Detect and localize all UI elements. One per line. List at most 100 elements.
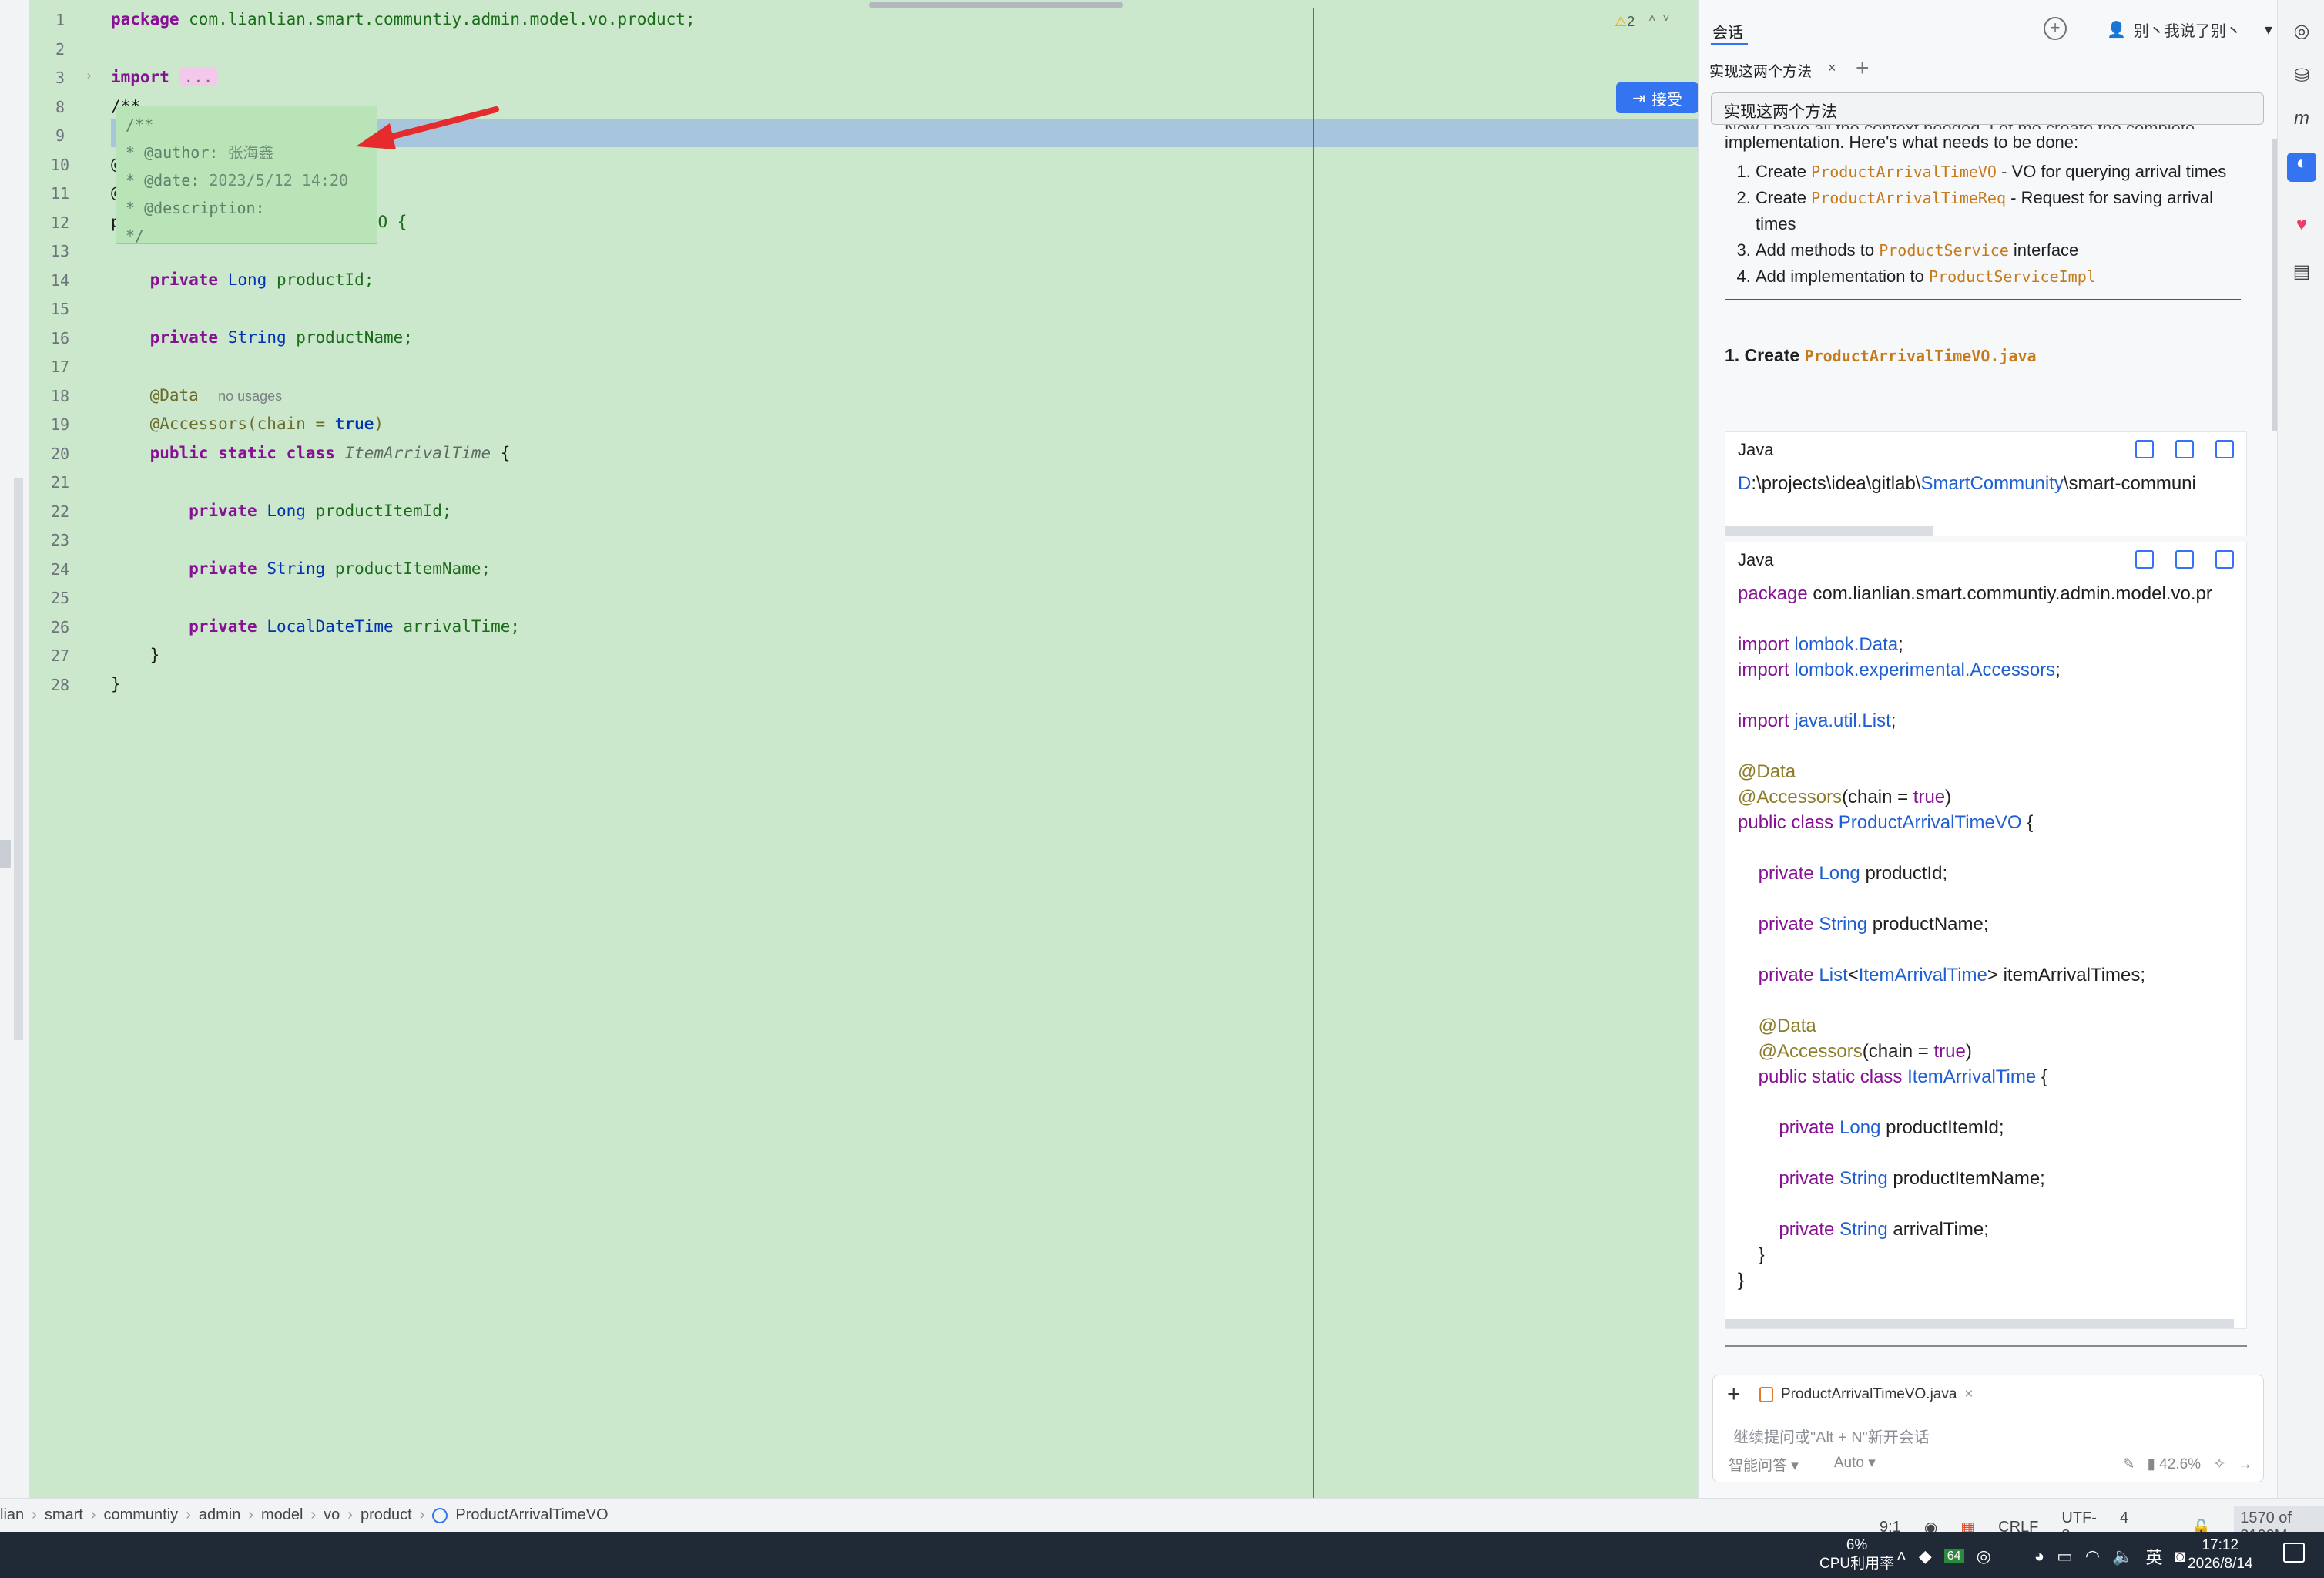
mode-select[interactable]: 智能问答 ▾ [1729, 1454, 1799, 1475]
line-number: 22 [50, 502, 70, 521]
new-file-icon[interactable] [2215, 440, 2234, 458]
active-tab-underline [1711, 43, 1748, 45]
class-icon [432, 1507, 448, 1523]
chrome-icon[interactable]: ◕ [2034, 1546, 2044, 1566]
java-code: package com.lianlian.smart.communtiy.adm… [1738, 583, 2212, 1291]
code-line[interactable]: import ... [111, 68, 218, 86]
cpu-widget[interactable]: 6% CPU利用率 [1819, 1536, 1894, 1573]
warning-nav[interactable]: ˄ ˅ [1648, 12, 1670, 26]
horizontal-scrollbar[interactable] [1725, 1319, 2234, 1328]
breadcrumb-item[interactable]: model [261, 1506, 303, 1524]
line-number: 11 [50, 184, 70, 203]
step-item: Add methods to ProductService interface [1756, 237, 2241, 264]
line-number: 16 [50, 328, 70, 347]
line-number: 20 [50, 444, 70, 463]
model-select[interactable]: Auto ▾ [1834, 1454, 1876, 1475]
code-line[interactable]: private String productName; [111, 328, 413, 347]
add-context-icon[interactable]: + [1727, 1382, 1741, 1408]
code-line[interactable]: package com.lianlian.smart.communtiy.adm… [111, 10, 696, 29]
copy-icon[interactable] [2175, 440, 2194, 458]
code-line[interactable]: private Long productId; [111, 270, 374, 289]
code-editor[interactable]: › ⚠2 ˄ ˅ 1 package com.lianlian.smart.com… [29, 0, 1727, 1498]
breadcrumb-item[interactable]: communtiy [103, 1506, 178, 1524]
warnings-indicator[interactable]: ⚠2 [1615, 14, 1635, 30]
user-menu[interactable]: 👤 别丶我说了别丶 ▾ [2107, 18, 2272, 41]
notification-icon[interactable] [2283, 1543, 2305, 1563]
left-gutter-strip [0, 0, 29, 1510]
close-icon[interactable]: × [1964, 1386, 1973, 1403]
breadcrumb-item[interactable]: product [361, 1506, 412, 1524]
attached-file-chip[interactable]: ProductArrivalTimeVO.java × [1759, 1386, 1974, 1403]
add-tab-icon[interactable]: + [1856, 55, 1870, 82]
code-line[interactable]: public static class ItemArrivalTime { [111, 444, 511, 462]
insert-icon[interactable] [2135, 550, 2154, 569]
code-block-java: Java package com.lianlian.smart.communti… [1725, 542, 2247, 1329]
session-tabs: 实现这两个方法 × + [1699, 54, 2278, 85]
database-icon[interactable]: ⛁ [2290, 65, 2313, 88]
chevron-right-icon: › [186, 1506, 191, 1523]
ime-indicator[interactable]: 英 [2145, 1544, 2162, 1569]
line-number: 25 [50, 589, 70, 607]
chevron-up-icon[interactable]: ˄ [1896, 1546, 1906, 1566]
line-number: 14 [50, 270, 70, 290]
network-icon[interactable]: ▭ [2057, 1546, 2073, 1566]
code-line[interactable]: @Accessors(chain = true) [111, 415, 384, 433]
wifi-icon[interactable]: ◠ [2085, 1546, 2100, 1566]
breadcrumb-item[interactable]: vo [324, 1506, 340, 1524]
code-line[interactable]: private Long productItemId; [111, 502, 451, 520]
translate-icon[interactable]: ▤ [2290, 260, 2313, 284]
horizontal-scrollbar[interactable] [869, 2, 1123, 8]
new-conversation-icon[interactable]: + [2044, 17, 2067, 40]
breadcrumb-item[interactable]: lian [0, 1506, 24, 1524]
accept-button[interactable]: ⇥ 接受 [1616, 82, 1699, 113]
maven-icon[interactable]: m [2290, 108, 2313, 131]
panel-header: 会话 + 👤 别丶我说了别丶 ▾ [1699, 0, 2278, 52]
breadcrumb-item[interactable]: ProductArrivalTimeVO [455, 1506, 608, 1524]
new-file-icon[interactable] [2215, 550, 2234, 569]
horizontal-scrollbar[interactable] [1725, 526, 1933, 536]
ai-assistant-icon[interactable]: ◐ [2287, 153, 2316, 182]
right-tool-strip: ◎ ⛁ m ◐ ♥ ▤ [2277, 0, 2324, 1510]
code-line[interactable]: } [111, 675, 121, 693]
tray-app-icon[interactable]: ◆ [1919, 1546, 1932, 1566]
code-block-path: Java D:\projects\idea\gitlab\SmartCommun… [1725, 431, 2247, 536]
chevron-right-icon: › [347, 1506, 353, 1523]
tray-counter[interactable]: 64 [1943, 1549, 1964, 1563]
session-tab[interactable]: 实现这两个方法 [1709, 60, 1812, 81]
tray-app-icon[interactable]: ◙ [2175, 1546, 2185, 1566]
chat-icon[interactable]: ◎ [2290, 20, 2313, 43]
copy-icon[interactable] [2175, 550, 2194, 569]
line-number: 9 [55, 126, 65, 145]
insert-icon[interactable] [2135, 440, 2154, 458]
java-file-icon [1759, 1387, 1773, 1402]
close-icon[interactable]: × [1828, 60, 1836, 76]
line-number: 19 [50, 415, 70, 434]
divider [1725, 299, 2241, 300]
tray-app-icon[interactable]: ◎ [1977, 1546, 1991, 1566]
steps-list: Create ProductArrivalTimeVO - VO for que… [1725, 159, 2241, 290]
volume-icon[interactable]: 🔈 [2112, 1546, 2133, 1566]
tab-conversation[interactable]: 会话 [1712, 20, 1743, 42]
code-line[interactable]: } [111, 646, 160, 664]
chevron-down-icon: ▾ [2264, 22, 2272, 39]
breadcrumb-item[interactable]: smart [45, 1506, 83, 1524]
clock[interactable]: 17:12 2026/8/14 [2188, 1536, 2253, 1573]
code-line[interactable]: @Data no usages [111, 386, 283, 405]
red-arrow-annotation [356, 106, 499, 149]
sparkle-icon[interactable]: ✧ [2213, 1455, 2225, 1473]
status-bar: lian › smart › communtiy › admin › model › vo › prod… [0, 1498, 2324, 1548]
chevron-right-icon: › [419, 1506, 425, 1523]
context-usage: ▮ 42.6% [2147, 1456, 2202, 1472]
breadcrumb-item[interactable]: admin [199, 1506, 240, 1524]
section-heading: 1. Create ProductArrivalTimeVO.java [1725, 345, 2037, 365]
user-icon: 👤 [2107, 22, 2126, 39]
send-icon[interactable]: → [2238, 1456, 2252, 1473]
chat-input[interactable]: 继续提问或"Alt + N"新开会话 [1733, 1425, 1930, 1447]
line-number: 23 [50, 531, 70, 549]
code-line[interactable]: private String productItemName; [111, 559, 491, 578]
chat-composer[interactable]: + ProductArrivalTimeVO.java × 继续提问或"Alt … [1712, 1375, 2264, 1482]
query-title-field[interactable]: 实现这两个方法 [1711, 92, 2264, 125]
code-line[interactable]: private LocalDateTime arrivalTime; [111, 617, 520, 636]
plugin-icon[interactable]: ♥ [2290, 214, 2313, 237]
edit-icon[interactable]: ✎ [2123, 1455, 2135, 1473]
